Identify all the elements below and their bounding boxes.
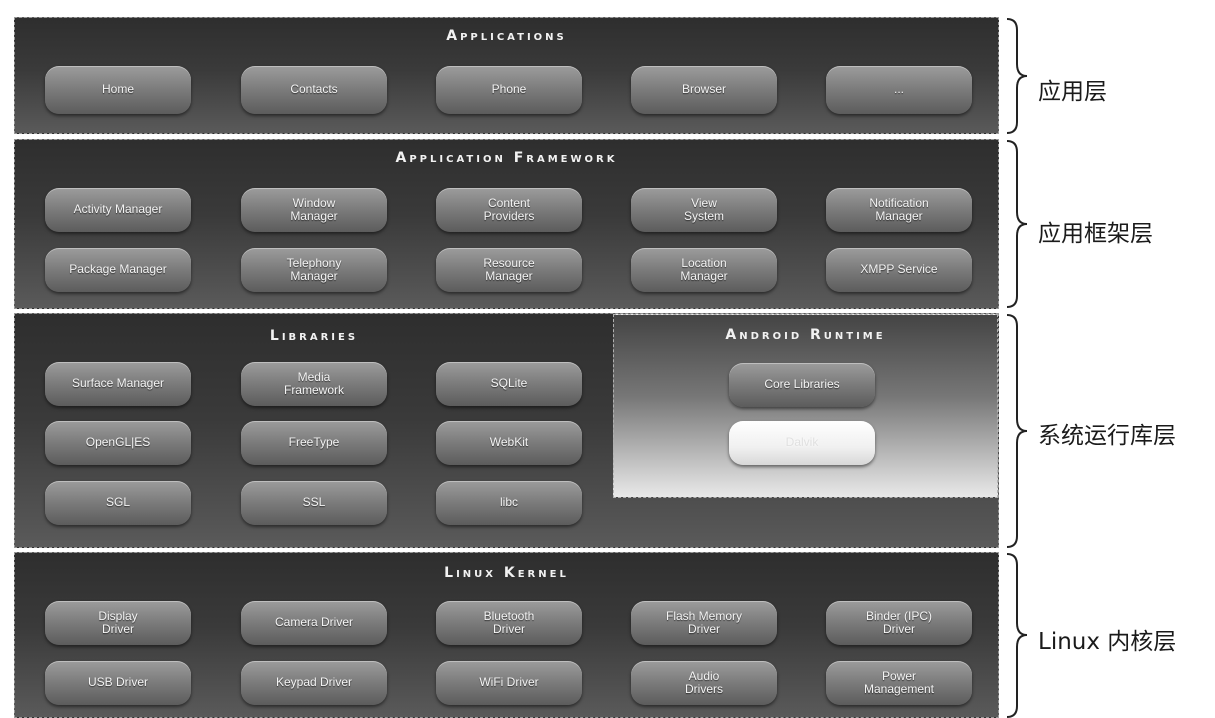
kernel-title: Linux Kernel: [444, 565, 569, 581]
lib-libc: libc: [436, 481, 582, 525]
fw-telephony-manager: Telephony Manager: [241, 248, 387, 292]
app-phone: Phone: [436, 66, 582, 114]
applications-layer: Applications Home Contacts Phone Browser…: [14, 17, 999, 134]
k-power-management: Power Management: [826, 661, 972, 705]
fw-notification-manager: Notification Manager: [826, 188, 972, 232]
k-display-driver: Display Driver: [45, 601, 191, 645]
kernel-layer: Linux Kernel Display Driver Camera Drive…: [14, 552, 999, 718]
k-wifi-driver: WiFi Driver: [436, 661, 582, 705]
k-bluetooth-driver: Bluetooth Driver: [436, 601, 582, 645]
applications-title: Applications: [446, 28, 567, 44]
label-framework-layer: 应用框架层: [1038, 221, 1153, 247]
lib-sqlite: SQLite: [436, 362, 582, 406]
lib-ssl: SSL: [241, 481, 387, 525]
fw-view-system: View System: [631, 188, 777, 232]
lib-sgl: SGL: [45, 481, 191, 525]
app-browser: Browser: [631, 66, 777, 114]
lib-webkit: WebKit: [436, 421, 582, 465]
rt-dalvik: Dalvik: [729, 421, 875, 465]
label-kernel-layer: Linux 内核层: [1038, 629, 1177, 655]
brace-kernel-layer: [1006, 553, 1028, 718]
fw-package-manager: Package Manager: [45, 248, 191, 292]
k-camera-driver: Camera Driver: [241, 601, 387, 645]
lib-freetype: FreeType: [241, 421, 387, 465]
libraries-title: Libraries: [269, 328, 359, 344]
lib-media-framework: Media Framework: [241, 362, 387, 406]
app-contacts: Contacts: [241, 66, 387, 114]
fw-activity-manager: Activity Manager: [45, 188, 191, 232]
k-audio-drivers: Audio Drivers: [631, 661, 777, 705]
k-usb-driver: USB Driver: [45, 661, 191, 705]
fw-xmpp-service: XMPP Service: [826, 248, 972, 292]
fw-location-manager: Location Manager: [631, 248, 777, 292]
fw-window-manager: Window Manager: [241, 188, 387, 232]
lib-surface-manager: Surface Manager: [45, 362, 191, 406]
brace-framework-layer: [1006, 140, 1028, 308]
libraries-layer: Libraries Surface Manager Media Framewor…: [14, 313, 999, 548]
fw-resource-manager: Resource Manager: [436, 248, 582, 292]
android-runtime-title: Android Runtime: [725, 327, 886, 343]
brace-runtime-layer: [1006, 314, 1028, 548]
brace-app-layer: [1006, 18, 1028, 134]
k-keypad-driver: Keypad Driver: [241, 661, 387, 705]
fw-content-providers: Content Providers: [436, 188, 582, 232]
label-runtime-layer: 系统运行库层: [1038, 423, 1176, 449]
app-more: ...: [826, 66, 972, 114]
android-runtime-panel: Android Runtime Core Libraries Dalvik: [613, 314, 998, 498]
lib-opengl-es: OpenGL|ES: [45, 421, 191, 465]
label-application-layer: 应用层: [1038, 79, 1107, 105]
app-home: Home: [45, 66, 191, 114]
rt-core-libraries: Core Libraries: [729, 363, 875, 407]
framework-title: Application Framework: [395, 150, 618, 166]
k-binder-ipc-driver: Binder (IPC) Driver: [826, 601, 972, 645]
framework-layer: Application Framework Activity Manager W…: [14, 139, 999, 309]
k-flash-memory-driver: Flash Memory Driver: [631, 601, 777, 645]
